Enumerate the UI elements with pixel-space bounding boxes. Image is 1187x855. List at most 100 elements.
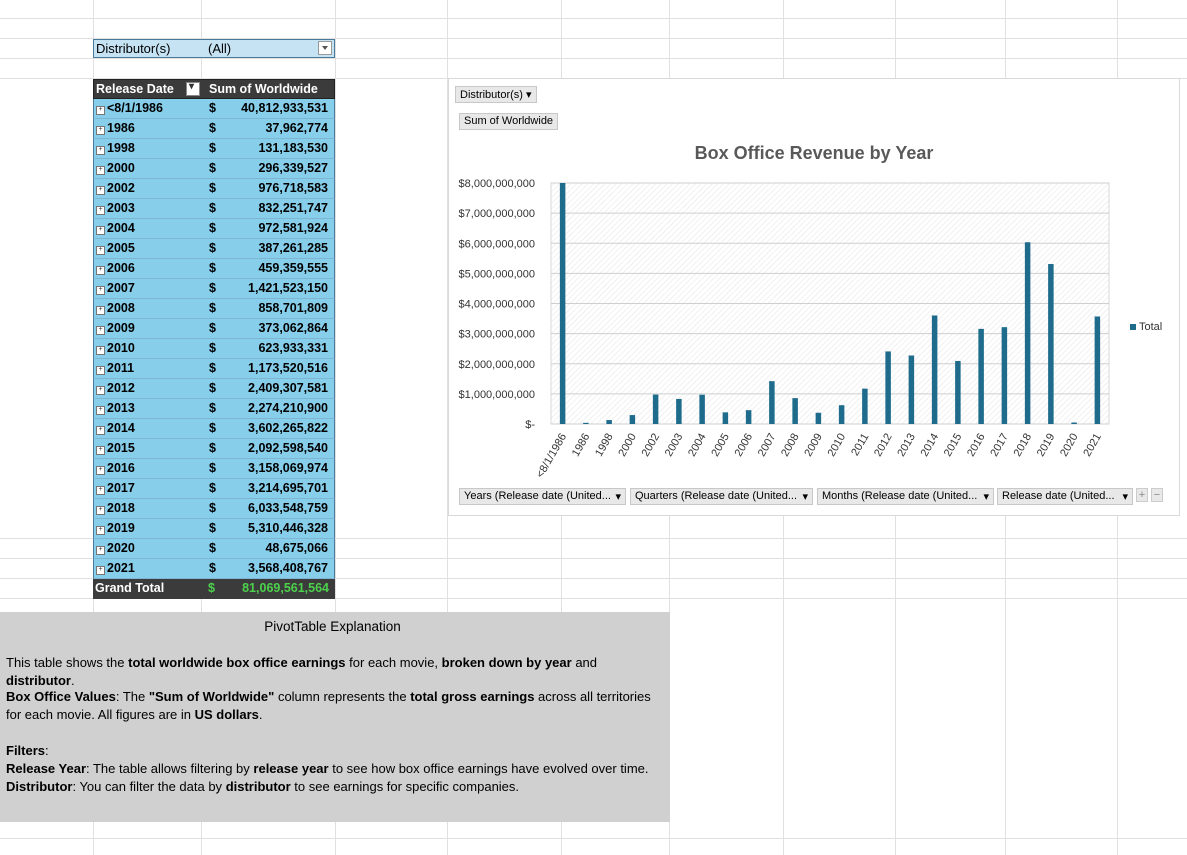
expand-icon[interactable]: + [96,106,105,115]
currency-cell: $ [209,281,216,295]
expand-icon[interactable]: + [96,166,105,175]
expand-icon[interactable]: + [96,526,105,535]
value-cell: 858,701,809 [258,301,328,315]
minus-icon: − [1153,489,1161,501]
x-tick-label: <8/1/1986 [534,432,569,480]
chevron-down-icon: ▾ [1122,491,1128,503]
expand-icon[interactable]: + [96,326,105,335]
expand-icon[interactable]: + [96,346,105,355]
axis-field-months-button[interactable]: Months (Release date (United... ▾ [817,488,994,505]
expand-icon[interactable]: + [96,286,105,295]
value-cell: 6,033,548,759 [248,501,328,515]
currency-cell: $ [209,201,216,215]
row-label: 2011 [107,361,135,375]
collapse-field-button[interactable]: − [1151,488,1163,502]
row-label-cell: +2006 [96,261,135,275]
row-label: 2007 [107,281,135,295]
row-label: 2000 [107,161,135,175]
pivot-row: +2011 $1,173,520,516 [93,359,335,379]
bar [885,351,891,424]
row-label: 2020 [107,541,135,555]
row-label: 2015 [107,441,135,455]
expand-field-button[interactable]: + [1136,488,1148,502]
row-label-cell: +2011 [96,361,134,375]
explanation-title: PivotTable Explanation [264,619,401,634]
bar [862,388,868,424]
expand-icon[interactable]: + [96,266,105,275]
x-tick-label: 2015 [942,432,965,459]
value-cell: 832,251,747 [258,201,328,215]
pivot-row: +2000 $296,339,527 [93,159,335,179]
pivot-row: +2015 $2,092,598,540 [93,439,335,459]
axis-field-years-button[interactable]: Years (Release date (United... ▾ [459,488,626,505]
axis-field-quarters-label: Quarters (Release date (United... [635,490,798,502]
axis-field-quarters-button[interactable]: Quarters (Release date (United... ▾ [630,488,813,505]
expand-icon[interactable]: + [96,126,105,135]
expand-icon[interactable]: + [96,306,105,315]
axis-field-release-date-label: Release date (United... [1002,490,1115,502]
value-cell: 40,812,933,531 [241,101,328,115]
pivot-row: +2010 $623,933,331 [93,339,335,359]
x-tick-label: 2007 [756,432,779,459]
bar [815,412,822,424]
value-cell: 1,173,520,516 [248,361,328,375]
value-cell: 3,214,695,701 [248,481,328,495]
explanation-paragraph-3: Filters: [6,743,49,758]
axis-field-release-date-button[interactable]: Release date (United... ▾ [997,488,1133,505]
pivot-header-row: Release Date ▾ Sum of Worldwide [93,79,335,99]
expand-icon[interactable]: + [96,406,105,415]
x-tick-label: 2004 [686,432,709,459]
expand-icon[interactable]: + [96,466,105,475]
x-tick-label: 2017 [988,432,1011,459]
row-label: 2016 [107,461,135,475]
expand-icon[interactable]: + [96,186,105,195]
value-cell: 2,274,210,900 [248,401,328,415]
pivot-row: + <8/1/1986 $40,812,933,531 [93,99,335,119]
expand-icon[interactable]: + [96,506,105,515]
pivot-row: +2016 $3,158,069,974 [93,459,335,479]
row-label: 2017 [107,481,135,495]
explanation-paragraph-5: Distributor: You can filter the data by … [6,779,520,794]
pivot-row: +1986 $37,962,774 [93,119,335,139]
row-label: 2021 [107,561,135,575]
expand-icon[interactable]: + [96,566,105,575]
row-label-cell: +1986 [96,121,135,135]
y-tick-label: $- [525,419,535,431]
row-label-cell: +2020 [96,541,135,555]
expand-icon[interactable]: + [96,146,105,155]
row-label: 2018 [107,501,135,515]
y-tick-label: $2,000,000,000 [459,359,535,371]
expand-icon[interactable]: + [96,426,105,435]
row-label-cell: +2014 [96,421,135,435]
expand-icon[interactable]: + [96,446,105,455]
expand-icon[interactable]: + [96,226,105,235]
currency-cell: $ [209,361,216,375]
pivot-explanation-box[interactable]: PivotTable Explanation This table shows … [0,612,670,822]
expand-icon[interactable]: + [96,486,105,495]
expand-icon[interactable]: + [96,366,105,375]
x-tick-label: 2016 [965,432,988,459]
expand-icon[interactable]: + [96,246,105,255]
x-tick-label: 2002 [640,432,663,459]
chevron-down-icon: ▾ [615,491,621,503]
expand-icon[interactable]: + [96,546,105,555]
bar [955,360,961,424]
chevron-down-icon: ▾ [802,491,808,503]
grand-total-label: Grand Total [95,581,165,595]
bar [1048,264,1054,424]
pivot-row: +2017 $3,214,695,701 [93,479,335,499]
pivot-row: +2018 $6,033,548,759 [93,499,335,519]
y-tick-label: $1,000,000,000 [459,389,535,401]
row-label-cell: +2005 [96,241,135,255]
sort-filter-button[interactable]: ▾ [186,81,200,96]
x-tick-label: 1986 [570,432,593,459]
chart-plot: $- $1,000,000,000 $2,000,000,000 $3,000,000… [459,178,1110,480]
pivot-row: +2003 $832,251,747 [93,199,335,219]
pivot-chart[interactable]: Distributor(s) ▾ Sum of Worldwide Box Of… [448,78,1180,516]
row-label-cell: +2010 [96,341,135,355]
bar [699,394,705,424]
currency-cell: $ [209,401,216,415]
filter-dropdown-button[interactable] [318,41,332,55]
expand-icon[interactable]: + [96,386,105,395]
expand-icon[interactable]: + [96,206,105,215]
